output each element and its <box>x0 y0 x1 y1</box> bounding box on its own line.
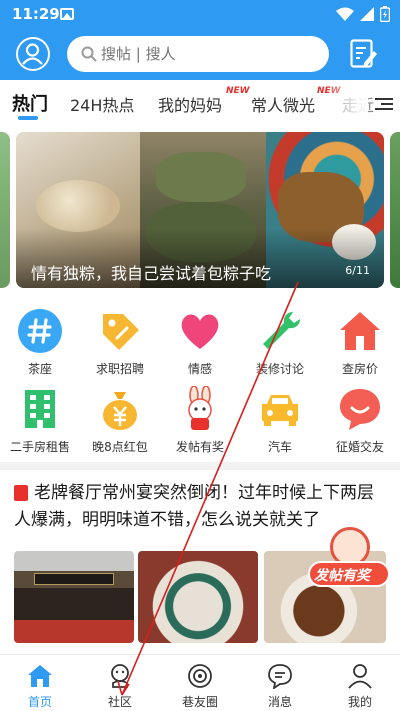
category-label: 求职招聘 <box>95 362 144 376</box>
circle-icon <box>188 664 212 688</box>
system-icons <box>336 5 390 23</box>
header-bar <box>0 28 400 80</box>
post-title[interactable]: 老牌餐厅常州宴突然倒闭！过年时候上下两层人爆满，明明味道不错，怎么说关就关了 <box>14 480 386 534</box>
tab-my-mom[interactable]: 我的妈妈 <box>158 92 222 116</box>
category-label: 晚8点红包 <box>92 440 148 454</box>
status-time: 11:29 <box>12 5 60 23</box>
heart-icon <box>181 314 219 349</box>
category-label: 汽车 <box>267 440 292 454</box>
banner-prev-peek <box>0 132 10 288</box>
tab-24h[interactable]: 24H热点 <box>70 92 134 116</box>
category-red-packet[interactable]: 晚8点红包 <box>80 386 160 460</box>
hash-icon <box>18 309 62 353</box>
battery-charging-icon <box>380 6 390 22</box>
banner-caption: 情有独粽，我自己尝试着包粽子吃 <box>31 264 272 283</box>
post-thumbnail[interactable] <box>14 551 134 643</box>
banner-slide[interactable]: 情有独粽，我自己尝试着包粽子吃 6/11 <box>16 132 384 288</box>
category-label: 情感 <box>187 362 212 376</box>
active-tab-indicator <box>18 116 38 120</box>
chat-bubble-icon <box>340 389 380 430</box>
nav-label: 社区 <box>107 695 132 709</box>
money-bag-icon <box>103 392 137 430</box>
category-car[interactable]: 汽车 <box>240 386 320 460</box>
section-divider <box>0 462 400 470</box>
category-label: 装修讨论 <box>255 362 304 376</box>
category-renovation[interactable]: 装修讨论 <box>240 308 320 382</box>
category-label: 发帖有奖 <box>175 440 224 454</box>
user-icon <box>22 43 43 65</box>
category-post-reward[interactable]: 发帖有奖 <box>160 386 240 460</box>
nav-label: 首页 <box>27 695 52 709</box>
search-icon <box>81 46 97 62</box>
wifi-icon <box>336 7 354 21</box>
nav-label: 消息 <box>267 695 292 709</box>
tag-icon <box>103 314 139 350</box>
tab-ordinary-light[interactable]: 常人微光 <box>251 92 315 116</box>
nav-home[interactable]: 首页 <box>0 661 80 711</box>
banner-next-peek <box>390 132 400 288</box>
rabbit-mascot-icon <box>188 386 212 430</box>
post-thumbnail[interactable] <box>138 551 258 643</box>
tab-hot[interactable]: 热门 <box>12 90 48 116</box>
compose-post-icon[interactable] <box>350 39 378 69</box>
person-icon <box>348 664 372 689</box>
channel-tabs: 热门 24H热点 我的妈妈 NEW 常人微光 NEW 走近 <box>0 80 400 124</box>
nav-label: 我的 <box>347 695 372 709</box>
nav-community[interactable]: 社区 <box>80 661 160 711</box>
category-label: 茶座 <box>27 362 52 376</box>
category-second-hand-house[interactable]: 二手房租售 <box>0 386 80 460</box>
signal-icon <box>360 7 374 21</box>
category-house-price[interactable]: 查房价 <box>320 308 400 382</box>
category-jobs[interactable]: 求职招聘 <box>80 308 160 382</box>
promo-label: 发帖有奖 <box>314 568 370 584</box>
banner-counter: 6/11 <box>345 264 370 277</box>
post-reward-floating-button[interactable]: 发帖有奖 <box>300 527 390 597</box>
category-label: 查房价 <box>341 362 378 376</box>
tabs-fade <box>330 80 368 124</box>
house-icon <box>340 312 380 350</box>
more-tabs-icon[interactable] <box>375 98 393 110</box>
category-dating[interactable]: 征婚交友 <box>320 386 400 460</box>
status-bar: 11:29 <box>0 0 400 28</box>
category-label: 征婚交友 <box>335 440 384 454</box>
nav-neighbor-circle[interactable]: 巷友圈 <box>160 661 240 711</box>
category-label: 二手房租售 <box>9 440 70 454</box>
banner-carousel[interactable]: 情有独粽，我自己尝试着包粽子吃 6/11 <box>0 132 400 290</box>
new-badge: NEW <box>226 86 250 96</box>
profile-avatar-button[interactable] <box>16 37 50 71</box>
wrench-icon <box>263 312 300 349</box>
message-icon <box>268 664 292 689</box>
nav-me[interactable]: 我的 <box>320 661 400 711</box>
bottom-navigation: 首页 社区 巷友圈 消息 我的 <box>0 654 400 711</box>
car-icon <box>262 395 298 426</box>
search-input[interactable] <box>101 43 311 65</box>
home-icon <box>28 665 52 687</box>
category-tea-house[interactable]: 茶座 <box>0 308 80 382</box>
photo-icon <box>60 8 74 20</box>
nav-label: 巷友圈 <box>181 695 218 709</box>
community-icon <box>111 664 129 688</box>
nav-messages[interactable]: 消息 <box>240 661 320 711</box>
category-emotion[interactable]: 情感 <box>160 308 240 382</box>
building-icon <box>25 390 55 428</box>
search-box[interactable] <box>67 36 329 72</box>
